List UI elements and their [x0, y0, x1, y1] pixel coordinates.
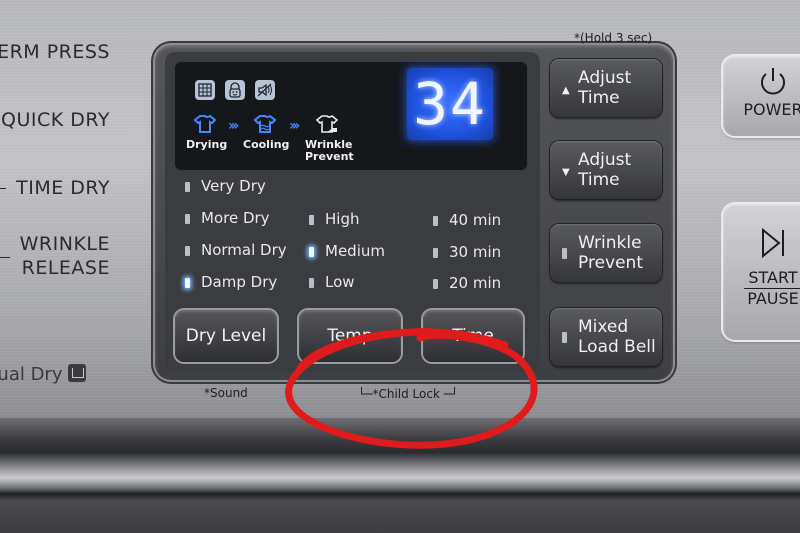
- hold-3-sec-note: *(Hold 3 sec): [574, 31, 653, 45]
- indicator-led: [562, 248, 567, 259]
- play-pause-icon: [762, 227, 784, 259]
- start-pause-button[interactable]: START PAUSE: [723, 204, 800, 340]
- option-label: More Dry: [201, 209, 270, 227]
- indicator-led: [433, 248, 438, 258]
- button-label: Mixed Load Bell: [578, 317, 656, 357]
- indicator-led: [433, 216, 438, 226]
- option-label: High: [325, 210, 360, 228]
- bracket-left: └─: [358, 387, 373, 401]
- shirt-drying-icon: [193, 114, 217, 133]
- cycle-tick: [0, 188, 6, 189]
- cycle-tick: [0, 257, 10, 258]
- manual-dry-shirt-icon: [68, 364, 87, 382]
- progress-chevron-icon: ›››: [228, 118, 239, 134]
- option-label: Damp Dry: [201, 273, 278, 291]
- button-label: Wrinkle Prevent: [578, 233, 643, 273]
- pause-label: PAUSE: [747, 289, 799, 308]
- time-40-min: 40 min: [433, 211, 501, 229]
- child-lock-icon: [225, 80, 245, 100]
- child-lock-text: *Child Lock: [372, 387, 440, 401]
- dry-level-damp-dry: Damp Dry: [185, 273, 277, 291]
- shirt-wrinkle-prevent-icon: [315, 115, 339, 133]
- option-label: 40 min: [449, 211, 502, 229]
- dry-level-more-dry: More Dry: [185, 209, 270, 227]
- progress-chevron-icon: ›››: [289, 118, 300, 134]
- temp-high: High: [309, 210, 359, 228]
- option-label: Normal Dry: [201, 241, 287, 259]
- temp-low: Low: [309, 273, 355, 291]
- indicator-led: [309, 215, 314, 225]
- triangle-down-icon: ▼: [562, 167, 570, 178]
- indicator-led-on: [309, 247, 314, 257]
- door-trim: [0, 418, 800, 533]
- temp-medium: Medium: [309, 242, 385, 260]
- option-label: Medium: [325, 242, 385, 260]
- dry-level-normal-dry: Normal Dry: [185, 241, 287, 259]
- cycle-wrinkle-release[interactable]: WRINKLE RELEASE: [20, 232, 110, 280]
- bracket-right: ─┘: [439, 387, 459, 401]
- power-icon: [761, 68, 785, 95]
- dry-level-button[interactable]: Dry Level: [175, 310, 277, 362]
- manual-dry-text: nual Dry: [0, 364, 63, 385]
- option-label: 30 min: [449, 243, 502, 261]
- power-label: POWER: [743, 100, 800, 119]
- stage-label-wrinkle-prevent: Wrinkle Prevent: [305, 138, 354, 163]
- indicator-led: [185, 246, 190, 256]
- indicator-led: [433, 279, 438, 289]
- cycle-perm-press[interactable]: PERM PRESS: [0, 40, 110, 64]
- indicator-led: [562, 332, 567, 343]
- time-remaining-readout: 34: [407, 68, 493, 140]
- manual-dry-label: nual Dry: [0, 364, 87, 385]
- child-lock-note: └─*Child Lock ─┘: [358, 387, 458, 401]
- temp-button[interactable]: Temp: [299, 310, 401, 362]
- lint-filter-icon: [195, 80, 215, 100]
- indicator-led: [185, 182, 190, 192]
- wrinkle-prevent-button[interactable]: Wrinkle Prevent: [550, 224, 662, 282]
- cycle-quick-dry[interactable]: QUICK DRY: [1, 108, 110, 132]
- dry-level-very-dry: Very Dry: [185, 177, 266, 195]
- triangle-up-icon: ▲: [562, 85, 570, 96]
- indicator-led: [309, 278, 314, 288]
- sound-note: *Sound: [204, 386, 248, 400]
- cycle-time-dry[interactable]: TIME DRY: [16, 176, 110, 200]
- time-30-min: 30 min: [433, 243, 501, 261]
- power-button[interactable]: POWER: [723, 56, 800, 136]
- shirt-cooling-icon: [253, 114, 277, 133]
- button-label: Adjust Time: [578, 150, 632, 190]
- option-label: 20 min: [449, 274, 502, 292]
- stage-label-drying: Drying: [186, 138, 228, 151]
- adjust-time-down-button[interactable]: ▼ Adjust Time: [550, 141, 662, 199]
- adjust-time-up-button[interactable]: ▲ Adjust Time: [550, 59, 662, 117]
- time-20-min: 20 min: [433, 274, 501, 292]
- mixed-load-bell-button[interactable]: Mixed Load Bell: [550, 308, 662, 366]
- start-label: START: [744, 268, 800, 289]
- option-label: Low: [325, 273, 355, 291]
- option-label: Very Dry: [201, 177, 266, 195]
- indicator-led: [185, 214, 190, 224]
- stage-label-cooling: Cooling: [243, 138, 290, 151]
- indicator-led-on: [185, 278, 190, 288]
- sound-off-icon: [255, 80, 275, 100]
- time-button[interactable]: Time: [423, 310, 523, 362]
- button-label: Adjust Time: [578, 68, 632, 108]
